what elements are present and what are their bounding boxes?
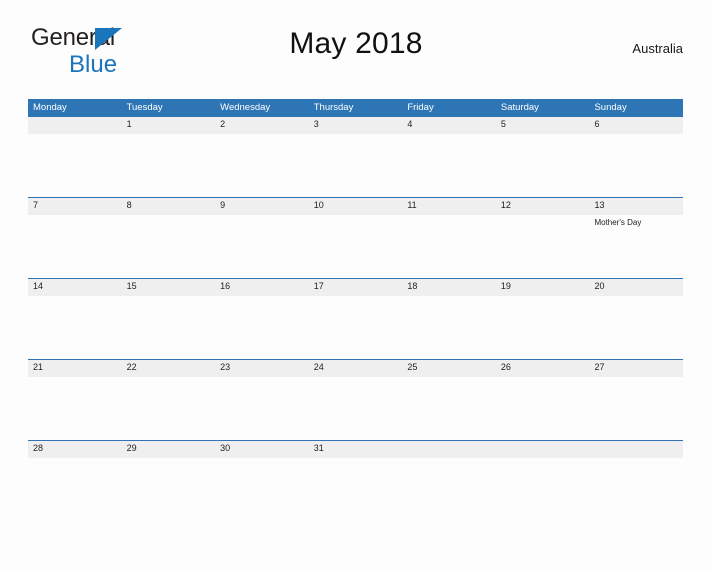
page-header: General Blue May 2018 Australia — [28, 20, 684, 78]
day-events-cell[interactable] — [215, 377, 309, 440]
day-events-cell[interactable] — [402, 377, 496, 440]
calendar-week-row: 14 15 16 17 18 19 20 — [28, 278, 683, 359]
week-date-band: 1 2 3 4 5 6 — [28, 117, 683, 134]
day-events-cell[interactable] — [496, 215, 590, 278]
day-events-cell[interactable] — [496, 377, 590, 440]
calendar-grid: Monday Tuesday Wednesday Thursday Friday… — [28, 99, 683, 521]
day-event-label: Mother's Day — [594, 218, 642, 227]
weekday-header-sunday: Sunday — [594, 102, 627, 113]
day-number-cell[interactable]: 7 — [28, 198, 122, 215]
day-events-cell[interactable] — [28, 215, 122, 278]
calendar-week-row: 28 29 30 31 — [28, 440, 683, 521]
day-events-cell[interactable] — [496, 458, 590, 521]
week-date-band: 14 15 16 17 18 19 20 — [28, 279, 683, 296]
day-number-cell[interactable]: 1 — [122, 117, 216, 134]
day-number-cell[interactable] — [496, 441, 590, 458]
day-number-cell[interactable]: 28 — [28, 441, 122, 458]
day-number-cell[interactable]: 30 — [215, 441, 309, 458]
day-events-cell[interactable] — [215, 296, 309, 359]
week-event-band — [28, 458, 683, 521]
day-events-cell[interactable] — [122, 215, 216, 278]
weekday-header-friday: Friday — [407, 102, 434, 113]
calendar-week-row: 7 8 9 10 11 12 13 Mother's Day — [28, 197, 683, 278]
day-number-cell[interactable]: 9 — [215, 198, 309, 215]
day-events-cell[interactable] — [309, 134, 403, 197]
day-events-cell[interactable] — [402, 134, 496, 197]
day-events-cell[interactable] — [122, 296, 216, 359]
day-number-cell[interactable]: 19 — [496, 279, 590, 296]
weekday-header-row: Monday Tuesday Wednesday Thursday Friday… — [28, 99, 683, 117]
calendar-page: General Blue May 2018 Australia Monday T… — [0, 20, 712, 570]
day-events-cell[interactable] — [122, 134, 216, 197]
day-number-cell[interactable]: 18 — [402, 279, 496, 296]
day-events-cell[interactable] — [215, 134, 309, 197]
day-events-cell[interactable]: Mother's Day — [589, 215, 683, 278]
day-number-cell[interactable]: 29 — [122, 441, 216, 458]
day-events-cell[interactable] — [589, 296, 683, 359]
day-number-cell[interactable]: 3 — [309, 117, 403, 134]
day-number-cell[interactable]: 8 — [122, 198, 216, 215]
day-events-cell[interactable] — [589, 377, 683, 440]
day-number-cell[interactable]: 27 — [589, 360, 683, 377]
day-number-cell[interactable]: 5 — [496, 117, 590, 134]
weekday-header-tuesday: Tuesday — [126, 102, 163, 113]
day-number-cell[interactable] — [589, 441, 683, 458]
day-events-cell[interactable] — [28, 296, 122, 359]
day-number-cell[interactable]: 17 — [309, 279, 403, 296]
day-events-cell[interactable] — [589, 134, 683, 197]
day-events-cell[interactable] — [496, 296, 590, 359]
day-events-cell[interactable] — [496, 134, 590, 197]
day-events-cell[interactable] — [215, 458, 309, 521]
week-date-band: 7 8 9 10 11 12 13 — [28, 198, 683, 215]
day-number-cell[interactable]: 11 — [402, 198, 496, 215]
week-date-band: 21 22 23 24 25 26 27 — [28, 360, 683, 377]
day-number-cell[interactable]: 10 — [309, 198, 403, 215]
day-number-cell[interactable] — [28, 117, 122, 134]
day-number-cell[interactable]: 13 — [589, 198, 683, 215]
day-number-cell[interactable]: 15 — [122, 279, 216, 296]
day-number-cell[interactable]: 26 — [496, 360, 590, 377]
day-number-cell[interactable] — [402, 441, 496, 458]
day-number-cell[interactable]: 16 — [215, 279, 309, 296]
calendar-week-row: 1 2 3 4 5 6 — [28, 117, 683, 197]
day-number-cell[interactable]: 6 — [589, 117, 683, 134]
week-event-band — [28, 296, 683, 359]
day-events-cell[interactable] — [122, 377, 216, 440]
weekday-header-saturday: Saturday — [500, 102, 539, 113]
day-events-cell[interactable] — [309, 377, 403, 440]
day-events-cell[interactable] — [28, 134, 122, 197]
day-events-cell[interactable] — [215, 215, 309, 278]
day-number-cell[interactable]: 4 — [402, 117, 496, 134]
day-number-cell[interactable]: 20 — [589, 279, 683, 296]
weekday-header-monday: Monday — [33, 102, 67, 113]
day-number-cell[interactable]: 14 — [28, 279, 122, 296]
calendar-week-row: 21 22 23 24 25 26 27 — [28, 359, 683, 440]
day-events-cell[interactable] — [309, 296, 403, 359]
day-events-cell[interactable] — [402, 458, 496, 521]
day-number-cell[interactable]: 25 — [402, 360, 496, 377]
day-events-cell[interactable] — [122, 458, 216, 521]
week-event-band: Mother's Day — [28, 215, 683, 278]
day-events-cell[interactable] — [28, 377, 122, 440]
weekday-header-thursday: Thursday — [313, 102, 354, 113]
day-number-cell[interactable]: 23 — [215, 360, 309, 377]
week-event-band — [28, 134, 683, 197]
day-events-cell[interactable] — [402, 215, 496, 278]
day-events-cell[interactable] — [309, 215, 403, 278]
day-events-cell[interactable] — [309, 458, 403, 521]
day-number-cell[interactable]: 2 — [215, 117, 309, 134]
day-number-cell[interactable]: 12 — [496, 198, 590, 215]
day-events-cell[interactable] — [589, 458, 683, 521]
day-events-cell[interactable] — [402, 296, 496, 359]
region-label: Australia — [632, 41, 683, 56]
page-title: May 2018 — [289, 27, 423, 60]
week-event-band — [28, 377, 683, 440]
day-number-cell[interactable]: 22 — [122, 360, 216, 377]
day-events-cell[interactable] — [28, 458, 122, 521]
day-number-cell[interactable]: 31 — [309, 441, 403, 458]
day-number-cell[interactable]: 24 — [309, 360, 403, 377]
week-date-band: 28 29 30 31 — [28, 441, 683, 458]
day-number-cell[interactable]: 21 — [28, 360, 122, 377]
weekday-header-wednesday: Wednesday — [220, 102, 271, 113]
